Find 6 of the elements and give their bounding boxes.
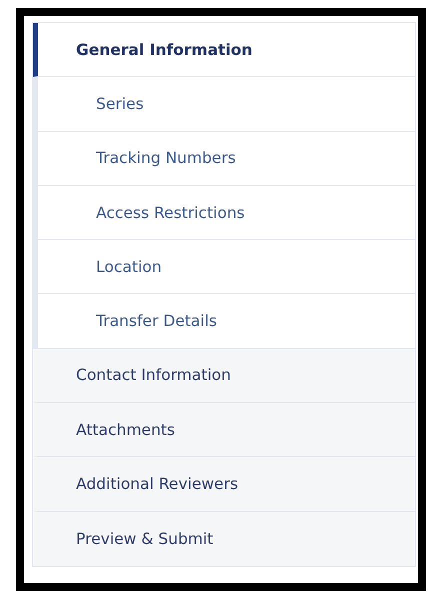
nav-item[interactable]: Attachments: [33, 403, 415, 458]
nav-item[interactable]: Contact Information: [33, 348, 415, 404]
nav-subitem[interactable]: Tracking Numbers: [38, 132, 415, 186]
nav-item[interactable]: Preview & Submit: [33, 512, 415, 566]
nav-item[interactable]: Additional Reviewers: [33, 457, 415, 512]
nav-item[interactable]: General Information: [33, 23, 415, 78]
